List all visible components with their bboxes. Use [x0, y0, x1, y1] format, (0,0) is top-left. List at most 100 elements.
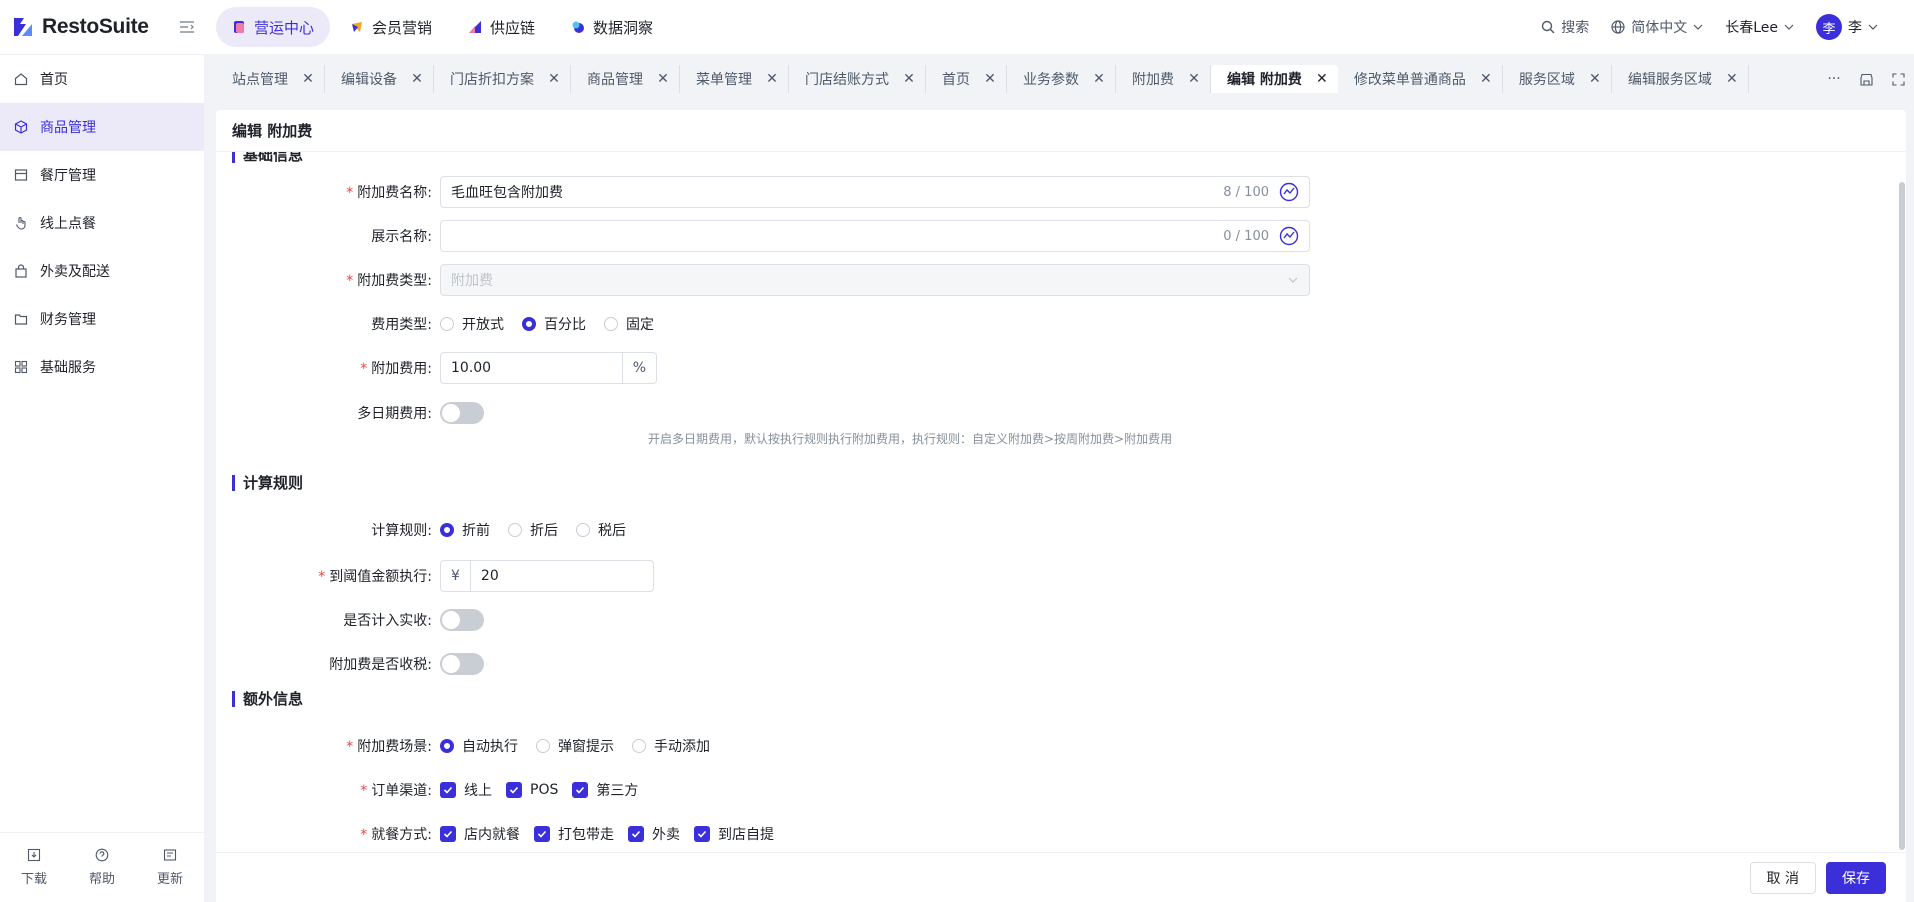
sidebar-item-finance[interactable]: 财务管理	[0, 295, 204, 343]
cancel-button[interactable]: 取 消	[1749, 861, 1816, 894]
checkbox-label: 线上	[464, 783, 492, 799]
collapse-menu-icon[interactable]	[179, 20, 195, 34]
tab-site-management[interactable]: 站点管理 ✕	[216, 65, 325, 93]
search-button[interactable]: 搜索	[1541, 17, 1589, 37]
calc-after-discount-radio[interactable]: 折后	[508, 520, 558, 540]
close-icon[interactable]: ✕	[903, 71, 915, 87]
sidebar-item-restaurant[interactable]: 餐厅管理	[0, 151, 204, 199]
home-tab-button[interactable]	[1850, 65, 1882, 93]
tab-store-checkout[interactable]: 门店结账方式 ✕	[789, 65, 926, 93]
scroll-thumb[interactable]	[1899, 182, 1905, 850]
scene-manual-radio[interactable]: 手动添加	[632, 736, 710, 756]
sidebar-item-home[interactable]: 首页	[0, 55, 204, 103]
content-scrollbar[interactable]	[1898, 152, 1906, 852]
surcharge-name-input[interactable]: 毛血旺包含附加费 8 / 100	[440, 176, 1310, 208]
tab-edit-menu-product[interactable]: 修改菜单普通商品 ✕	[1338, 65, 1503, 93]
chevron-down-icon	[1784, 24, 1794, 30]
nav-supply-chain[interactable]: 供应链	[452, 7, 551, 47]
tab-menu-management[interactable]: 菜单管理 ✕	[680, 65, 789, 93]
sidebar-item-online-order[interactable]: 线上点餐	[0, 199, 204, 247]
fee-type-open-radio[interactable]: 开放式	[440, 314, 504, 334]
close-icon[interactable]: ✕	[1316, 71, 1328, 87]
more-tabs-button[interactable]: ···	[1818, 65, 1850, 93]
close-icon[interactable]: ✕	[411, 71, 423, 87]
count-real-label: 是否计入实收:	[232, 610, 440, 630]
download-button[interactable]: 下载	[21, 848, 47, 887]
close-icon[interactable]: ✕	[1093, 71, 1105, 87]
close-icon[interactable]: ✕	[1726, 71, 1738, 87]
calc-before-discount-radio[interactable]: 折前	[440, 520, 490, 540]
fullscreen-button[interactable]	[1882, 65, 1914, 93]
nav-operations[interactable]: 营运中心	[216, 7, 331, 47]
dining-pickup-checkbox[interactable]: 到店自提	[694, 824, 774, 844]
calc-after-tax-radio[interactable]: 税后	[576, 520, 626, 540]
translate-icon[interactable]	[1279, 226, 1299, 246]
channel-online-checkbox[interactable]: 线上	[440, 780, 492, 800]
tab-product-management[interactable]: 商品管理 ✕	[571, 65, 680, 93]
close-icon[interactable]: ✕	[302, 71, 314, 87]
tab-home[interactable]: 首页 ✕	[926, 65, 1007, 93]
threshold-input[interactable]: 20	[471, 561, 653, 591]
nav-data-insight[interactable]: 数据洞察	[555, 7, 669, 47]
logo[interactable]: RestoSuite	[0, 0, 204, 54]
dining-delivery-checkbox[interactable]: 外卖	[628, 824, 680, 844]
save-button[interactable]: 保存	[1826, 861, 1886, 894]
label-text: 到阈值金额执行:	[329, 569, 432, 585]
nav-label: 数据洞察	[593, 18, 654, 37]
help-label: 帮助	[88, 872, 115, 887]
user-menu[interactable]: 李 李	[1816, 14, 1878, 40]
scene-popup-radio[interactable]: 弹窗提示	[536, 736, 614, 756]
marketing-icon	[352, 22, 363, 32]
close-icon[interactable]: ✕	[766, 71, 778, 87]
nav-member-marketing[interactable]: 会员营销	[334, 7, 448, 47]
tab-surcharge[interactable]: 附加费 ✕	[1116, 65, 1211, 93]
radio-label: 手动添加	[654, 739, 710, 755]
fee-input[interactable]: 10.00	[441, 353, 622, 383]
sidebar-item-basic-services[interactable]: 基础服务	[0, 343, 204, 391]
tab-edit-service-area[interactable]: 编辑服务区域 ✕	[1612, 65, 1749, 93]
help-button[interactable]: 帮助	[89, 848, 115, 887]
count-real-switch[interactable]	[440, 609, 484, 631]
tab-edit-device[interactable]: 编辑设备 ✕	[325, 65, 434, 93]
chevron-down-icon	[1288, 277, 1298, 283]
dining-dine-in-checkbox[interactable]: 店内就餐	[440, 824, 520, 844]
nav-label: 会员营销	[372, 18, 433, 37]
checkbox-box	[694, 826, 710, 842]
store-selector[interactable]: 长春Lee	[1725, 17, 1794, 37]
close-icon[interactable]: ✕	[657, 71, 669, 87]
display-name-input[interactable]: 0 / 100	[440, 220, 1310, 252]
fee-type-label: 费用类型:	[232, 314, 440, 334]
sidebar-item-label: 商品管理	[40, 120, 96, 136]
tab-label: 编辑设备	[341, 72, 397, 88]
channel-third-party-checkbox[interactable]: 第三方	[572, 780, 638, 800]
channel-label: * 订单渠道:	[360, 783, 432, 799]
sidebar-item-label: 基础服务	[40, 360, 96, 376]
field-row-count-real: 是否计入实收:	[232, 604, 484, 636]
close-icon[interactable]: ✕	[1589, 71, 1601, 87]
translate-icon[interactable]	[1279, 182, 1299, 202]
language-selector[interactable]: 简体中文	[1611, 17, 1703, 37]
close-icon[interactable]: ✕	[1480, 71, 1492, 87]
close-icon[interactable]: ✕	[1188, 71, 1200, 87]
surcharge-type-select[interactable]: 附加费	[440, 264, 1310, 296]
check-icon	[537, 830, 547, 838]
update-button[interactable]: 更新	[157, 848, 183, 887]
close-icon[interactable]: ✕	[548, 71, 560, 87]
taxable-switch[interactable]	[440, 653, 484, 675]
sidebar-item-products[interactable]: 商品管理	[0, 103, 204, 151]
dining-takeaway-checkbox[interactable]: 打包带走	[534, 824, 614, 844]
fee-type-fixed-radio[interactable]: 固定	[604, 314, 654, 334]
scene-auto-radio[interactable]: 自动执行	[440, 736, 518, 756]
sidebar-item-delivery[interactable]: 外卖及配送	[0, 247, 204, 295]
tab-business-params[interactable]: 业务参数 ✕	[1007, 65, 1116, 93]
language-label: 简体中文	[1631, 20, 1688, 36]
channel-pos-checkbox[interactable]: POS	[506, 782, 558, 798]
section-extra-info: 额外信息	[232, 688, 303, 709]
tab-store-discount[interactable]: 门店折扣方案 ✕	[434, 65, 571, 93]
tab-service-area[interactable]: 服务区域 ✕	[1503, 65, 1612, 93]
multi-date-switch[interactable]	[440, 402, 484, 424]
close-icon[interactable]: ✕	[984, 71, 996, 87]
section-label: 计算规则	[243, 474, 304, 492]
tab-edit-surcharge[interactable]: 编辑 附加费 ✕	[1211, 65, 1338, 93]
fee-type-percent-radio[interactable]: 百分比	[522, 314, 586, 334]
